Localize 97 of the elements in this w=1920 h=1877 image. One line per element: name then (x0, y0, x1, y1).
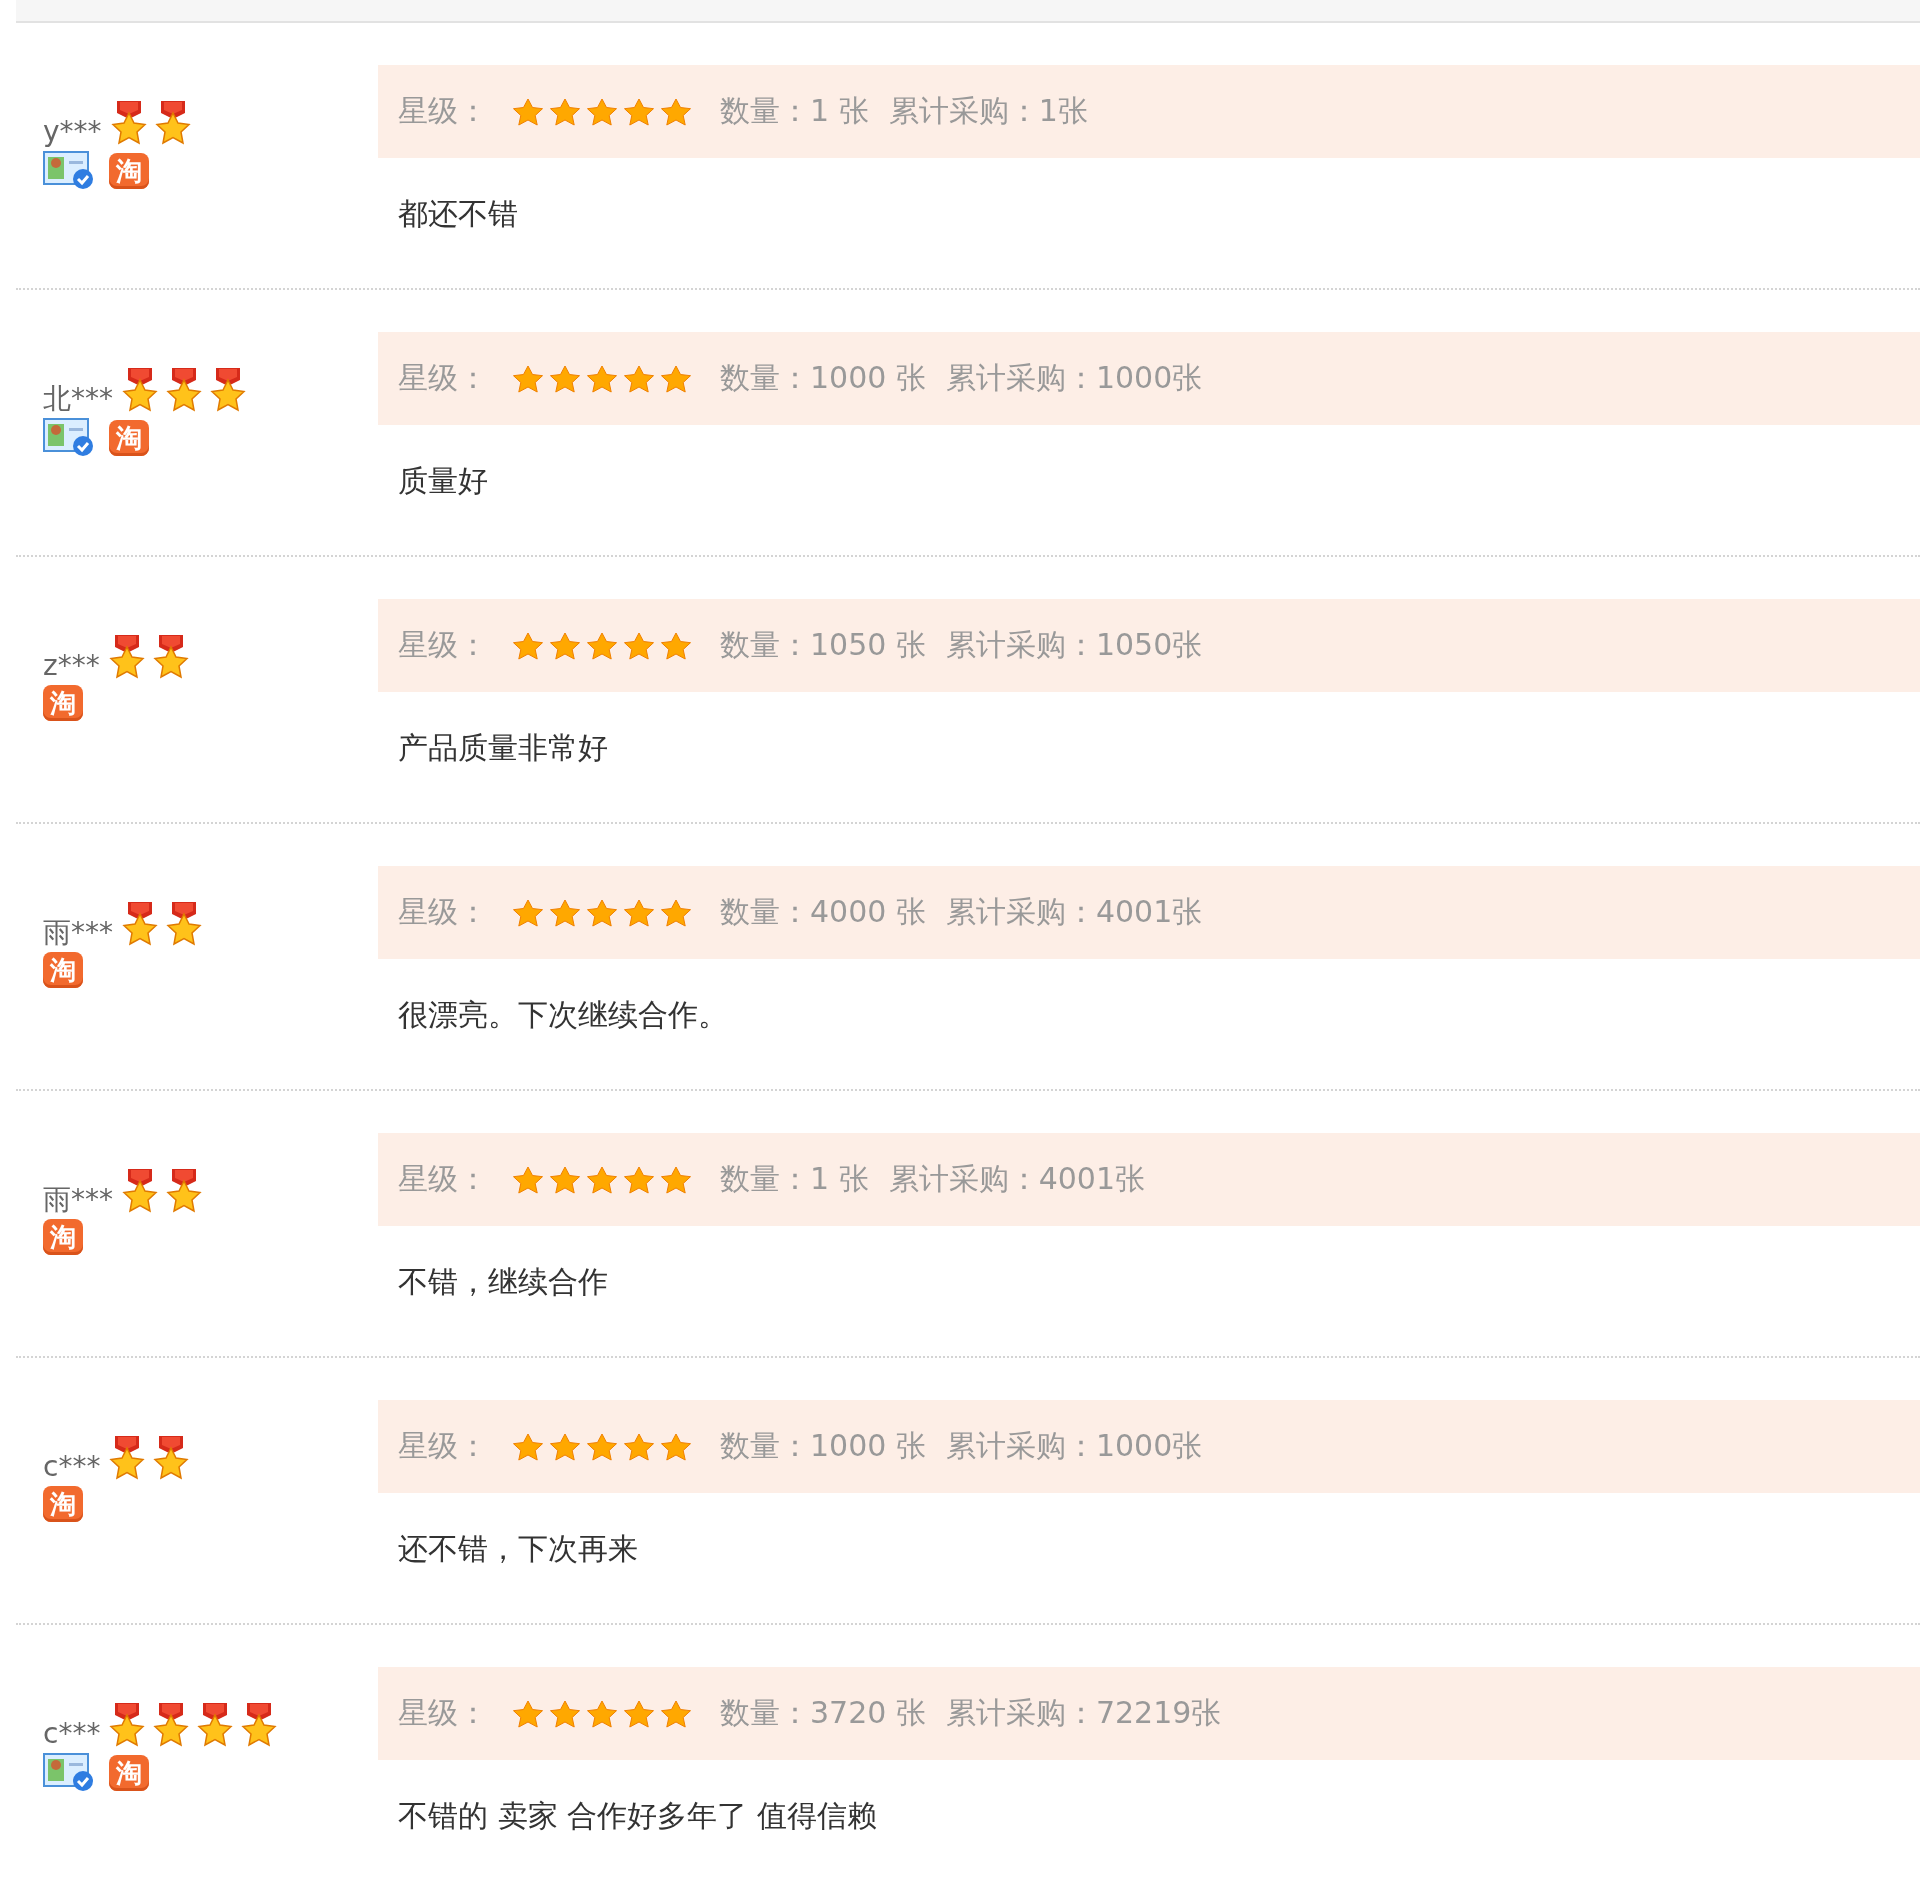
star-icon (586, 1165, 618, 1194)
star-icon (660, 1165, 692, 1194)
verified-id-icon (43, 1753, 95, 1793)
medal-icon (107, 635, 146, 681)
medal-icon (165, 1169, 203, 1215)
quantity-text: 数量：1 张 (720, 92, 869, 130)
review-comment: 还不错，下次再来 (397, 1530, 639, 1568)
medal-icon (108, 1703, 147, 1749)
quantity-text: 数量：1000 张 (720, 1427, 926, 1465)
review-comment: 不错，继续合作 (397, 1263, 609, 1301)
user-name: y*** (43, 117, 102, 147)
medal-icon (108, 1436, 147, 1482)
medal-icon (152, 1703, 191, 1749)
total-purchased-text: 累计采购：1000张 (945, 359, 1203, 397)
review-comment: 质量好 (397, 462, 489, 500)
star-icon (512, 1432, 544, 1461)
review-comment: 不错的 卖家 合作好多年了 值得信赖 (397, 1797, 878, 1835)
total-purchased-text: 累计采购：72219张 (945, 1694, 1222, 1732)
star-icon (586, 364, 618, 393)
medal-icon (209, 368, 247, 414)
review-comment: 都还不错 (397, 195, 519, 233)
star-icon (623, 1699, 655, 1728)
star-icon (549, 898, 581, 927)
user-name: 雨*** (43, 918, 113, 948)
quantity-text: 数量：1000 张 (720, 359, 926, 397)
total-purchased-text: 累计采购：4001张 (945, 893, 1203, 931)
star-icon (660, 1699, 692, 1728)
star-icon (623, 1165, 655, 1194)
star-icon (512, 1699, 544, 1728)
star-icon (660, 898, 692, 927)
medal-icon (165, 368, 203, 414)
star-icon (660, 1432, 692, 1461)
star-icon (623, 364, 655, 393)
total-purchased-text: 累计采购：1000张 (945, 1427, 1203, 1465)
shop-badge: 淘 (109, 153, 149, 189)
rating-label: 星级： (398, 1427, 488, 1465)
star-icon (549, 1165, 581, 1194)
star-icon (549, 631, 581, 660)
star-icon (512, 1165, 544, 1194)
shop-badge: 淘 (109, 420, 149, 456)
quantity-text: 数量：1 张 (720, 1160, 869, 1198)
medal-icon (109, 101, 148, 147)
star-icon (586, 1699, 618, 1728)
verified-id-icon (43, 418, 95, 458)
user-name: c*** (43, 1452, 101, 1482)
star-icon (586, 97, 618, 126)
star-icon (549, 1432, 581, 1461)
star-icon (512, 898, 544, 927)
rating-label: 星级： (398, 1160, 488, 1198)
star-icon (586, 631, 618, 660)
star-icon (660, 97, 692, 126)
star-icon (549, 364, 581, 393)
user-name: 北*** (43, 384, 113, 414)
shop-badge: 淘 (43, 1486, 83, 1522)
total-purchased-text: 累计采购：4001张 (888, 1160, 1145, 1198)
quantity-text: 数量：4000 张 (720, 893, 926, 931)
verified-id-icon (43, 151, 95, 191)
user-name: z*** (43, 651, 100, 681)
star-icon (586, 898, 618, 927)
medal-icon (151, 635, 190, 681)
medal-icon (121, 902, 159, 948)
user-name: c*** (43, 1719, 101, 1749)
medal-icon (153, 101, 192, 147)
rating-label: 星级： (398, 1694, 488, 1732)
total-purchased-text: 累计采购：1050张 (945, 626, 1203, 664)
star-icon (623, 1432, 655, 1461)
shop-badge: 淘 (43, 685, 83, 721)
shop-badge: 淘 (43, 952, 83, 988)
star-icon (660, 631, 692, 660)
star-icon (623, 898, 655, 927)
quantity-text: 数量：3720 张 (720, 1694, 926, 1732)
review-comment: 很漂亮。下次继续合作。 (397, 996, 729, 1034)
review-comment: 产品质量非常好 (397, 729, 609, 767)
rating-label: 星级： (398, 893, 488, 931)
star-icon (512, 97, 544, 126)
user-name: 雨*** (43, 1185, 113, 1215)
medal-icon (240, 1703, 279, 1749)
medal-icon (196, 1703, 235, 1749)
shop-badge: 淘 (43, 1219, 83, 1255)
star-icon (549, 97, 581, 126)
star-icon (512, 364, 544, 393)
star-icon (549, 1699, 581, 1728)
medal-icon (121, 368, 159, 414)
rating-label: 星级： (398, 92, 488, 130)
medal-icon (165, 902, 203, 948)
medal-icon (121, 1169, 159, 1215)
star-icon (586, 1432, 618, 1461)
total-purchased-text: 累计采购：1张 (888, 92, 1088, 130)
star-icon (623, 631, 655, 660)
star-icon (660, 364, 692, 393)
quantity-text: 数量：1050 张 (720, 626, 926, 664)
shop-badge: 淘 (109, 1755, 149, 1791)
star-icon (512, 631, 544, 660)
rating-label: 星级： (398, 626, 488, 664)
star-icon (623, 97, 655, 126)
medal-icon (152, 1436, 191, 1482)
rating-label: 星级： (398, 359, 488, 397)
